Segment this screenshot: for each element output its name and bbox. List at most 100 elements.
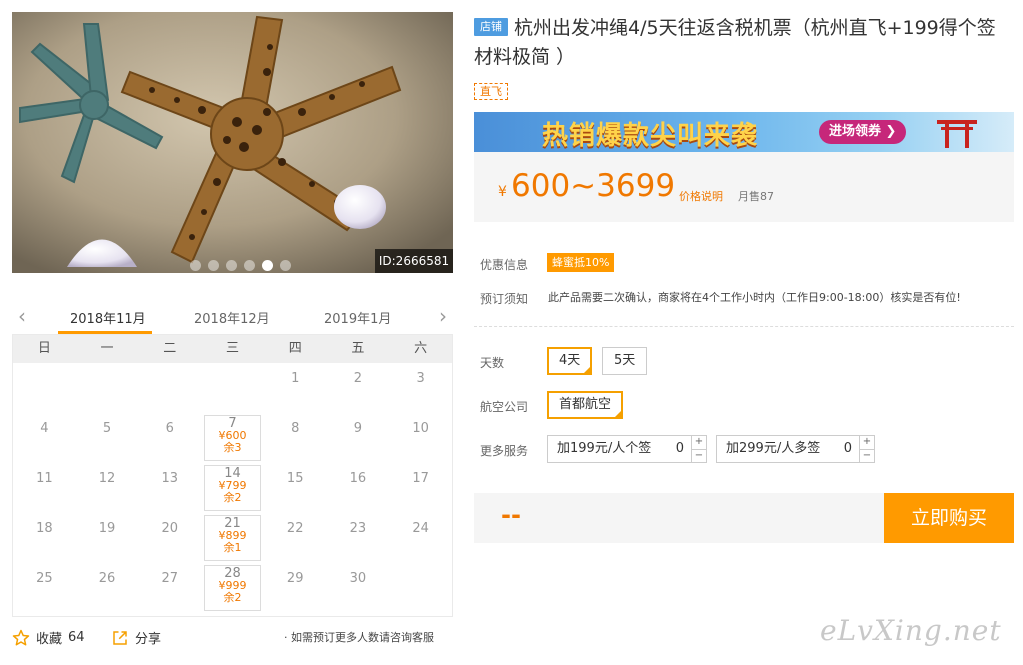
calendar-day: 17 [389,463,452,513]
calendar-grid: 1 2 3 4 5 6 7 ¥600 余3 8 9 10 11 12 13 14 ¥799 余2 15 16 17 18 1… [13,363,452,613]
calendar-day-available[interactable]: 21 ¥899 余1 [204,515,261,561]
calendar-day: 3 [389,363,452,413]
banner-headline: 热销爆款尖叫来袭 [542,121,759,151]
carousel-dot[interactable] [280,260,291,271]
torii-gate-icon [937,120,977,148]
carousel-dot[interactable] [226,260,237,271]
calendar-day: 18 [13,513,76,563]
product-title: 店铺 杭州出发冲绳4/5天往返含税机票（杭州直飞+199得个签 材料极简 ） [474,14,1014,72]
product-title-text: 杭州出发冲绳4/5天往返含税机票（杭州直飞+199得个签 材料极简 ） [474,17,996,68]
day-number: 6 [165,421,174,436]
calendar-day: 10 [389,413,452,463]
calendar-day: 24 [389,513,452,563]
calendar-day-available[interactable]: 7 ¥600 余3 [204,415,261,461]
share-button[interactable]: 分享 [111,628,161,647]
services-label: 更多服务 [480,444,529,458]
weekday-label: 四 [288,341,302,356]
shop-tag: 店铺 [474,18,508,36]
days-option-5[interactable]: 5天 [602,347,648,375]
day-number: 23 [349,521,367,536]
carousel-dots[interactable] [190,260,291,271]
increment-button[interactable]: + [860,436,874,449]
calendar-day-empty [389,563,452,613]
weekday-label: 二 [163,341,177,356]
buy-now-button[interactable]: 立即购买 [884,493,1014,543]
day-number: 2 [353,371,363,386]
prev-month-arrow-icon[interactable]: ‹ [18,304,26,328]
notice-text: 此产品需要二次确认，商家将在4个工作小时内（工作日9:00-18:00）核实是否… [548,291,961,304]
airline-label: 航空公司 [480,400,529,414]
calendar-day-available[interactable]: 28 ¥999 余2 [204,565,261,611]
calendar-day: 8 [264,413,327,463]
next-month-arrow-icon[interactable]: › [439,304,447,328]
notice-label: 预订须知 [480,292,529,306]
monthly-sales: 月售87 [738,190,774,203]
calendar-day: 19 [76,513,139,563]
days-label: 天数 [480,356,505,370]
calendar-day: 13 [138,463,201,513]
day-number: 20 [161,521,179,536]
promo-badge: 蜂蜜抵10% [547,253,615,272]
service-quantity[interactable]: 0 [676,436,684,462]
weekday-label: 五 [351,341,365,356]
day-number: 12 [98,471,116,486]
day-number: 18 [36,521,53,536]
month-tab-nov-2018[interactable]: 2018年11月 [70,308,146,327]
day-number: 15 [286,471,304,486]
calendar-day: 12 [76,463,139,513]
price-explain-link[interactable]: 价格说明 [679,188,723,204]
day-remaining: 余3 [223,441,242,454]
service-quantity[interactable]: 0 [844,436,852,462]
airline-option[interactable]: 首都航空 [547,391,624,419]
quantity-stepper: + − [691,436,706,462]
carousel-dot[interactable] [190,260,201,271]
calendar-day: 22 [264,513,327,563]
price-range: 600~3699 [511,168,676,204]
product-image[interactable]: ID:2666581 [12,12,453,273]
decrement-button[interactable]: − [860,449,874,462]
service-single-visa: 加199元/人个签 0 + − [547,435,707,463]
day-number: 16 [349,471,367,486]
banner-coupon-button[interactable]: 进场领券 ❯ [819,120,907,144]
increment-button[interactable]: + [692,436,706,449]
carousel-dot-active[interactable] [262,260,273,271]
calendar-day: 4 [13,413,76,463]
promo-label: 优惠信息 [480,258,529,272]
calendar-day: 20 [138,513,201,563]
calendar-day-available[interactable]: 14 ¥799 余2 [204,465,261,511]
calendar-day-empty [201,363,264,413]
total-price: -- [501,501,521,529]
carousel-dot[interactable] [244,260,255,271]
calendar-day: 25 [13,563,76,613]
day-number: 24 [412,521,429,536]
month-tab-dec-2018[interactable]: 2018年12月 [194,308,270,327]
service-label: 加299元/人多签 [726,441,821,456]
share-label: 分享 [135,632,162,647]
calendar-day-empty [13,363,76,413]
star-icon [12,629,30,645]
favorite-button[interactable]: 收藏 64 [12,628,85,647]
service-label: 加199元/人个签 [557,441,652,456]
day-number: 30 [349,571,367,586]
days-option-4[interactable]: 4天 [547,347,593,375]
calendar-day: 29 [264,563,327,613]
calendar-day: 30 [327,563,390,613]
carousel-dot[interactable] [208,260,219,271]
weekday-header: 日 一 二 三 四 五 六 [13,335,452,363]
day-number: 11 [36,471,53,486]
month-tab-jan-2019[interactable]: 2019年1月 [324,308,391,327]
calendar-day: 27 [138,563,201,613]
decrement-button[interactable]: − [692,449,706,462]
day-number: 3 [416,371,425,386]
day-number: 8 [291,421,300,436]
service-multi-visa: 加299元/人多签 0 + − [716,435,875,463]
calendar-day: 26 [76,563,139,613]
day-number: 1 [291,371,300,386]
day-remaining: 余1 [223,541,242,554]
calendar-day: 9 [327,413,390,463]
direct-flight-tag: 直飞 [474,83,508,100]
price-panel: ¥ 600~3699 价格说明 月售87 [474,152,1014,222]
promo-banner[interactable]: 热销爆款尖叫来袭 进场领券 ❯ [474,112,1014,152]
weekday-label: 六 [414,341,428,356]
calendar-day: 16 [327,463,390,513]
